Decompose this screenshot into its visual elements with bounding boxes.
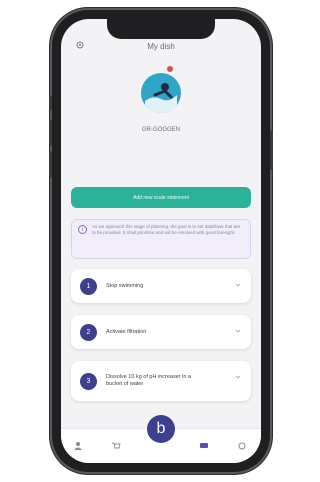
step-number: 2	[80, 323, 97, 341]
home-fab-button[interactable]: b	[147, 415, 175, 443]
volume-down-button	[49, 152, 52, 178]
profile-name: GR-GOGGEN	[141, 127, 180, 133]
step-label: Stop swimming	[106, 282, 144, 289]
add-statement-button[interactable]: Add new scale statement	[71, 187, 251, 208]
location-pin-icon	[167, 66, 173, 72]
top-bar: My dish	[61, 38, 261, 54]
person-icon[interactable]	[73, 441, 83, 451]
mute-switch	[49, 96, 52, 110]
bottom-nav: b	[61, 415, 261, 463]
swimmer-icon	[145, 83, 177, 113]
step-number: 1	[80, 277, 97, 295]
info-box: i As we approach this stage of planning,…	[71, 219, 251, 259]
info-icon: i	[78, 225, 87, 234]
info-text: As we approach this stage of planning, t…	[92, 224, 241, 235]
notch	[107, 19, 215, 39]
app-screen: My dish GR-GOGGEN Add new scale statemen…	[61, 19, 261, 463]
step-item-3[interactable]: 3 Dissolve 10 kg of pH increaser in a bu…	[71, 361, 251, 401]
phone-frame: My dish GR-GOGGEN Add new scale statemen…	[49, 10, 273, 472]
step-label: Dissolve 10 kg of pH increaser in a buck…	[106, 374, 191, 387]
chevron-down-icon	[235, 375, 241, 379]
page-title[interactable]: My dish	[147, 42, 175, 51]
chevron-down-icon	[235, 283, 241, 287]
volume-up-button	[49, 120, 52, 146]
step-item-2[interactable]: 2 Activate filtration	[71, 315, 251, 349]
step-number: 3	[80, 372, 97, 390]
settings-icon[interactable]	[237, 441, 247, 451]
step-label: Activate filtration	[106, 328, 147, 335]
cart-icon[interactable]	[111, 441, 121, 451]
step-item-1[interactable]: 1 Stop swimming	[71, 269, 251, 303]
gear-icon[interactable]	[75, 40, 85, 50]
chat-icon[interactable]	[199, 441, 209, 451]
power-button	[270, 130, 273, 170]
avatar[interactable]	[141, 73, 181, 113]
chevron-down-icon	[235, 329, 241, 333]
